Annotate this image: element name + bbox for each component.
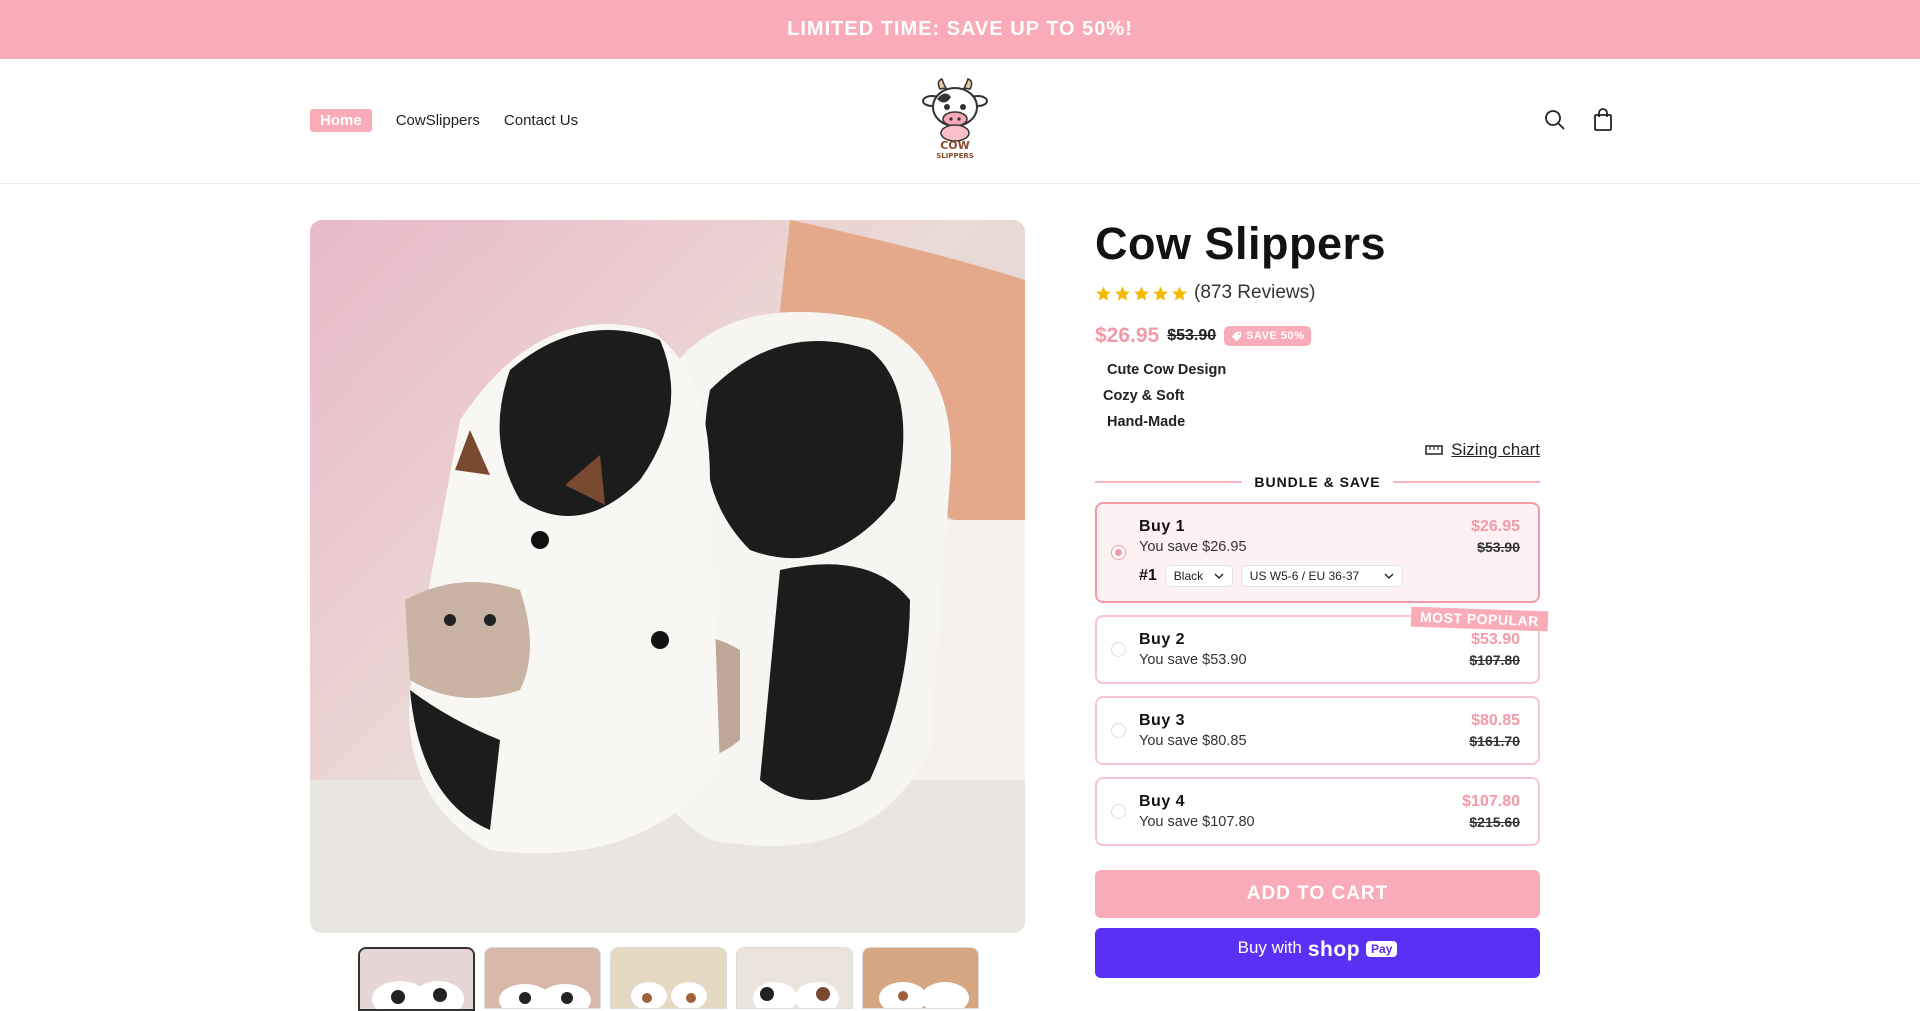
review-count[interactable]: (873 Reviews) [1194,282,1315,304]
thumbnail-3[interactable] [610,947,727,1009]
site-logo[interactable]: COW SLIPPERS [920,77,990,161]
offer-price: $53.90 [1471,631,1520,648]
nav-contact[interactable]: Contact Us [504,112,578,129]
shop-pay-button[interactable]: Buy with shop Pay [1095,928,1540,978]
offer-prices: $80.85 $161.70 [1469,712,1520,749]
offer-prices: $107.80 $215.60 [1462,793,1520,830]
sizing-chart-label[interactable]: Sizing chart [1451,440,1540,460]
feature-item: Cozy & Soft [1103,388,1185,404]
rating-row[interactable]: (873 Reviews) [1095,282,1540,304]
variant-number: #1 [1139,567,1157,584]
offer-title: Buy 2 [1139,631,1186,648]
most-popular-badge: MOST POPULAR [1410,606,1549,632]
bundle-offer-4[interactable]: Buy 4 You save $107.80 $107.80 $215.60 [1095,777,1540,846]
thumbnail-4[interactable] [736,947,853,1009]
star-icon [1172,285,1187,301]
bundle-offer-1[interactable]: Buy 1 You save $26.95 $26.95 $53.90 #1 B… [1095,502,1540,603]
shop-pay-brand: shop [1307,938,1361,961]
ruler-icon [1425,445,1443,455]
star-icon [1115,285,1130,301]
size-select[interactable]: US W5-6 / EU 36-37 [1240,565,1403,587]
product-info: Cow Slippers (873 Reviews) $26.95 $53.90… [1095,210,1549,978]
color-select-value: Black [1173,569,1204,583]
size-select-value: US W5-6 / EU 36-37 [1249,569,1360,583]
offer-price: $80.85 [1471,712,1520,729]
offer-compare-price: $161.70 [1469,733,1520,749]
offer-savings: You save $26.95 [1139,539,1247,555]
nav-home[interactable]: Home [310,109,372,132]
sizing-chart-link[interactable]: Sizing chart [1095,440,1540,460]
product-main-image[interactable] [310,220,1025,933]
nav-cowslippers[interactable]: CowSlippers [396,112,480,129]
offer-radio[interactable] [1111,544,1126,560]
logo-text-bottom: SLIPPERS [936,152,974,160]
product-title: Cow Slippers [1095,218,1387,269]
variant-row: #1 Black US W5-6 / EU 36-37 [1139,565,1520,587]
bundle-heading: BUNDLE & SAVE [1095,474,1540,490]
offer-prices: $53.90 $107.80 [1469,631,1520,668]
header-icons [1542,107,1616,133]
offer-savings: You save $80.85 [1139,733,1247,749]
offer-radio[interactable] [1111,641,1126,657]
feature-item: Cute Cow Design [1107,362,1227,378]
offer-prices: $26.95 $53.90 [1471,518,1520,555]
color-select[interactable]: Black [1164,565,1233,587]
divider [1095,481,1243,483]
offer-compare-price: $53.90 [1477,539,1520,555]
thumbnail-2[interactable] [484,947,601,1009]
offer-radio[interactable] [1111,803,1126,819]
shop-pay-badge: Pay [1366,941,1398,957]
offer-compare-price: $215.60 [1469,814,1520,830]
price-row: $26.95 $53.90 SAVE 50% [1095,324,1540,348]
bundle-offer-2[interactable]: MOST POPULAR Buy 2 You save $53.90 $53.9… [1095,606,1549,684]
feature-list: Cute Cow Design Cozy & Soft Hand-Made [1095,362,1540,430]
shop-pay-prefix: Buy with [1237,938,1302,957]
offer-price: $26.95 [1471,518,1520,535]
announcement-bar: LIMITED TIME: SAVE UP TO 50%! [0,0,1920,59]
save-badge-text: SAVE 50% [1246,330,1305,342]
offer-title: Buy 1 [1139,518,1186,535]
announcement-text: LIMITED TIME: SAVE UP TO 50%! [787,18,1133,40]
offer-compare-price: $107.80 [1469,652,1520,668]
thumbnail-1[interactable] [358,947,475,1011]
search-icon[interactable] [1542,107,1568,133]
thumbnail-strip [358,947,979,1011]
star-icon [1096,285,1111,301]
star-icon [1153,285,1168,301]
divider [1392,481,1540,483]
logo-text-top: COW [940,139,970,152]
star-icon [1134,285,1149,301]
star-rating [1095,285,1188,302]
compare-price: $53.90 [1167,327,1217,344]
chevron-down-icon [1214,573,1224,579]
site-header: Home CowSlippers Contact Us COW SLIPPERS [0,59,1920,184]
offer-radio[interactable] [1111,722,1126,738]
sale-price: $26.95 [1095,324,1160,347]
bundle-offer-3[interactable]: Buy 3 You save $80.85 $80.85 $161.70 [1095,696,1540,765]
thumbnail-5[interactable] [862,947,979,1009]
cart-icon[interactable] [1590,107,1616,133]
feature-item: Hand-Made [1107,414,1186,430]
save-badge: SAVE 50% [1224,326,1312,346]
offer-price: $107.80 [1462,793,1520,810]
bundle-title: BUNDLE & SAVE [1254,474,1381,490]
offer-savings: You save $53.90 [1139,652,1247,668]
offer-title: Buy 3 [1139,712,1186,729]
main-nav: Home CowSlippers Contact Us [310,109,578,132]
chevron-down-icon [1384,573,1394,579]
tag-icon [1232,331,1242,341]
add-to-cart-button[interactable]: ADD TO CART [1095,870,1540,918]
